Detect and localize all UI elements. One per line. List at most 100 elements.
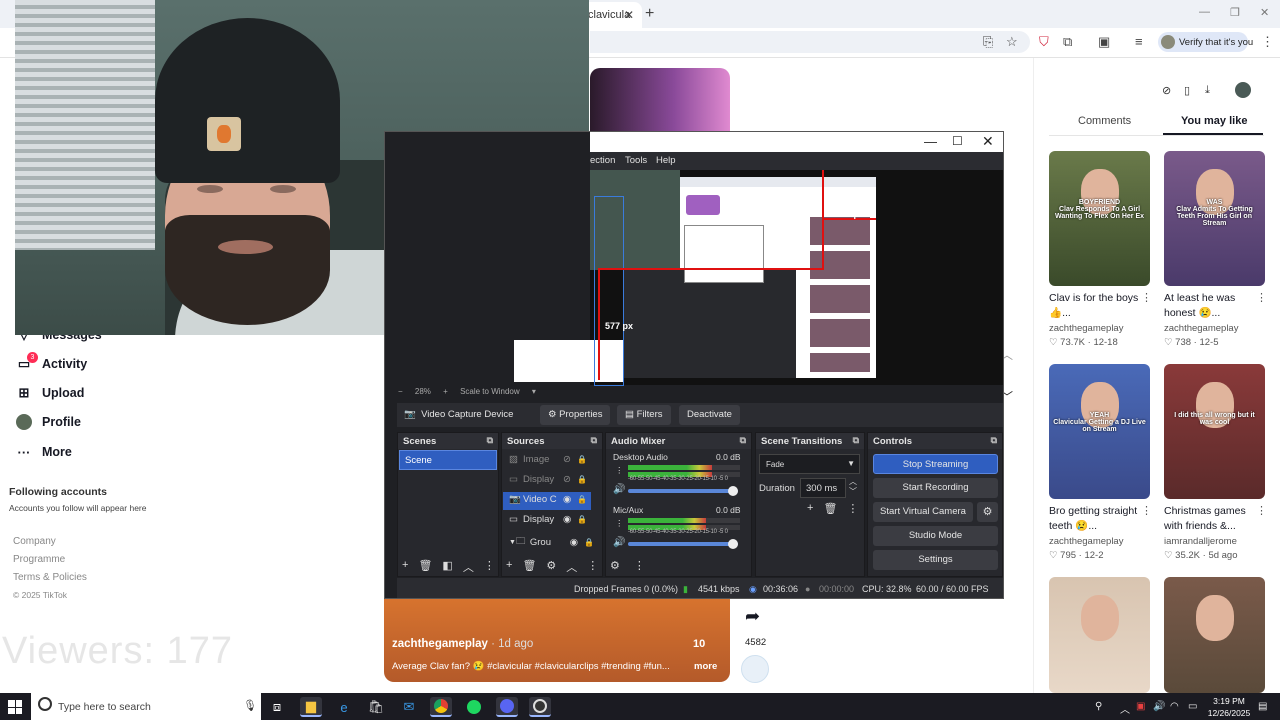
volume-slider[interactable] (628, 542, 738, 546)
caption-more-link[interactable]: more (694, 661, 717, 672)
footer-link-programme[interactable]: Programme (13, 554, 65, 565)
volume-slider[interactable] (628, 489, 738, 493)
eye-hidden-icon[interactable]: ⊘ (563, 454, 571, 465)
antivirus-icon[interactable]: ▣ (1136, 701, 1145, 712)
start-recording-button[interactable]: Start Recording (873, 478, 998, 498)
video-thumbnail[interactable] (1164, 577, 1265, 693)
nav-item-profile[interactable]: Profile (16, 414, 81, 430)
add-icon[interactable]: + (807, 502, 813, 515)
network-icon[interactable]: ◠ (1170, 701, 1179, 712)
footer-link-company[interactable]: Company (13, 536, 56, 547)
chevron-up-icon[interactable]: ︿ (463, 559, 474, 575)
transition-select[interactable]: Fade ▼ (759, 454, 860, 474)
more-icon[interactable]: ⋮ (587, 559, 598, 575)
tab-comments[interactable]: Comments (1078, 115, 1131, 127)
menu-help[interactable]: Help (656, 155, 676, 166)
filter-icon[interactable]: ◧ (442, 559, 452, 575)
speaker-icon[interactable]: 🔊 (613, 484, 625, 495)
lock-icon[interactable]: 🔒 (577, 455, 587, 464)
taskbar-clock-date[interactable]: 12/26/2025 (1204, 708, 1254, 718)
nav-item-upload[interactable]: ⊞ Upload (16, 385, 85, 401)
card-title[interactable]: At least he was honest 😢... (1164, 291, 1256, 321)
audio-settings-icon[interactable]: ⚙ (610, 559, 620, 572)
zoom-out-icon[interactable]: − (398, 387, 403, 396)
video-thumbnail[interactable]: YEAH Clavicular Getting a DJ Live on Str… (1049, 364, 1150, 499)
more-icon[interactable]: ⋮ (847, 502, 858, 515)
battery-icon[interactable]: ▭ (1188, 701, 1197, 712)
eye-icon[interactable]: ◉ (563, 494, 571, 505)
properties-button[interactable]: ⚙ Properties (540, 405, 611, 425)
undock-icon[interactable]: ⧉ (853, 435, 859, 446)
notification-icon[interactable]: ▤ (1258, 701, 1267, 712)
obs-close-button[interactable]: ✕ (982, 133, 994, 150)
new-tab-button[interactable]: + (645, 5, 654, 23)
card-author[interactable]: zachthegameplay (1049, 536, 1123, 547)
share-icon[interactable]: ➦ (745, 606, 760, 627)
obs-minimize-button[interactable]: — (924, 134, 937, 149)
video-thumbnail[interactable]: WAS Clav Admits To Getting Teeth From Hi… (1164, 151, 1265, 286)
obs-icon[interactable] (529, 697, 551, 717)
tab-search-icon[interactable]: ▣ (1098, 34, 1110, 50)
video-thumbnail[interactable]: I did this all wrong but it was cool (1164, 364, 1265, 499)
filters-button[interactable]: ▤ Filters (617, 405, 671, 425)
eye-icon[interactable]: ◉ (570, 537, 578, 548)
microphone-icon[interactable]: 🎙 (243, 699, 257, 712)
gear-icon[interactable]: ⚙ (546, 559, 556, 575)
sound-disc-icon[interactable] (741, 655, 769, 683)
card-more-icon[interactable]: ⋮ (1141, 504, 1152, 517)
trash-icon[interactable]: 🗑 (522, 559, 536, 575)
file-explorer-icon[interactable]: ▆ (300, 697, 322, 717)
tab-close-icon[interactable]: ✕ (624, 8, 634, 22)
omnibox[interactable] (590, 31, 1030, 53)
more-icon[interactable]: ⋮ (484, 559, 495, 575)
extensions-puzzle-icon[interactable]: ⧉ (1063, 34, 1072, 50)
undock-icon[interactable]: ⧉ (991, 435, 997, 446)
scale-mode[interactable]: Scale to Window (460, 387, 520, 396)
card-title[interactable]: Christmas games with friends &... (1164, 504, 1256, 534)
nav-item-more[interactable]: ··· More (16, 444, 72, 460)
virtual-camera-gear-icon[interactable]: ⚙ (977, 502, 998, 522)
tab-you-may-like[interactable]: You may like (1181, 115, 1247, 127)
eye-icon[interactable]: ◉ (563, 514, 571, 525)
volume-icon[interactable]: 🔊 (1153, 701, 1165, 712)
tray-chevron-icon[interactable]: ︿ (1120, 701, 1130, 716)
channel-menu-icon[interactable]: ⋮ (615, 518, 624, 529)
video-thumbnail[interactable]: BOYFRIEND Clav Responds To A Girl Wantin… (1049, 151, 1150, 286)
mail-icon[interactable]: ✉ (398, 697, 420, 717)
undock-icon[interactable]: ⧉ (591, 435, 597, 446)
card-more-icon[interactable]: ⋮ (1141, 291, 1152, 304)
eye-hidden-icon[interactable]: ⊘ (563, 474, 571, 485)
window-restore-button[interactable]: ❐ (1230, 6, 1240, 19)
extension-shield-icon[interactable]: ⛉ (1039, 34, 1049, 50)
download-icon[interactable]: ⤓ (1205, 84, 1210, 97)
card-title[interactable]: Clav is for the boys 👍... (1049, 291, 1141, 321)
people-icon[interactable]: ⚲ (1095, 701, 1102, 712)
lock-icon[interactable]: 🔒 (577, 515, 587, 524)
volume-slider-handle[interactable] (728, 539, 738, 549)
duration-input[interactable]: 300 ms (800, 478, 846, 498)
menu-tools[interactable]: Tools (625, 155, 647, 166)
start-virtual-camera-button[interactable]: Start Virtual Camera (873, 502, 973, 522)
spotify-icon[interactable] (463, 697, 485, 717)
studio-mode-button[interactable]: Studio Mode (873, 526, 998, 546)
deactivate-button[interactable]: Deactivate (679, 405, 740, 425)
source-row[interactable]: ▭ Display ⊘ 🔒 (509, 474, 594, 485)
source-row[interactable]: ▭ Display ◉ 🔒 (509, 514, 594, 525)
undock-icon[interactable]: ⧉ (740, 435, 746, 446)
card-author[interactable]: zachthegameplay (1164, 323, 1238, 334)
video-thumbnail[interactable] (1049, 577, 1150, 693)
source-row[interactable]: ▨ Image ⊘ 🔒 (509, 454, 594, 465)
card-more-icon[interactable]: ⋮ (1256, 504, 1267, 517)
user-avatar[interactable] (1235, 82, 1251, 98)
card-author[interactable]: iamrandalljerome (1164, 536, 1237, 547)
store-icon[interactable]: 🛍 (365, 697, 387, 717)
add-icon[interactable]: + (402, 559, 408, 575)
speaker-icon[interactable]: 🔊 (613, 537, 625, 548)
bookmark-star-icon[interactable]: ☆ (1006, 34, 1018, 50)
window-close-button[interactable]: ✕ (1260, 6, 1269, 19)
browser-tab[interactable]: clavicula ✕ (582, 2, 642, 28)
explore-compass-icon[interactable]: ⊘ (1162, 84, 1171, 97)
verify-profile-chip[interactable]: Verify that it's you (1158, 32, 1253, 52)
trash-icon[interactable]: 🗑 (823, 502, 837, 515)
card-more-icon[interactable]: ⋮ (1256, 291, 1267, 304)
